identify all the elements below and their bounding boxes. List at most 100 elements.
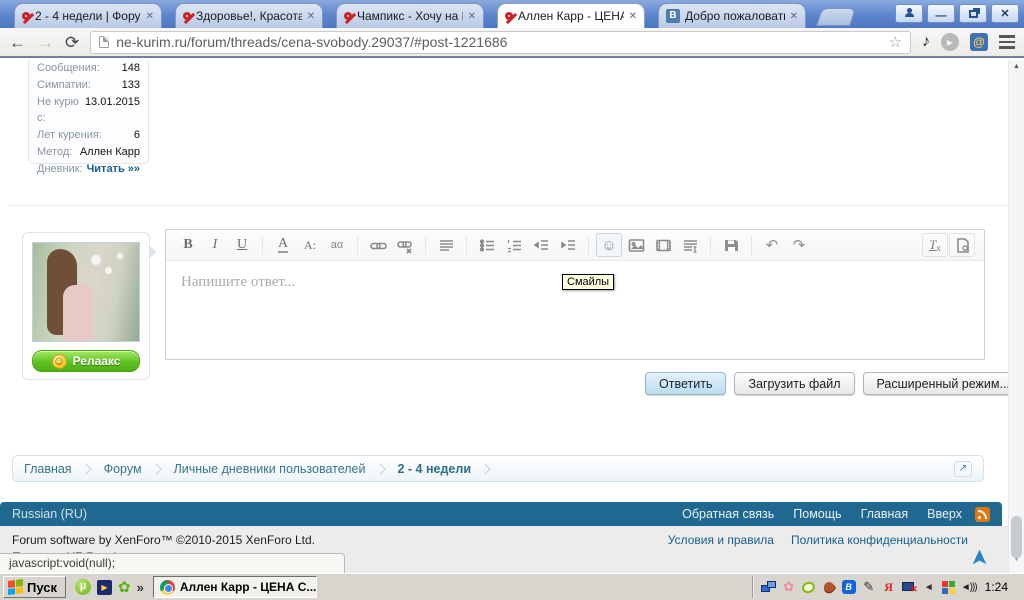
underline-button[interactable]: U bbox=[229, 233, 255, 257]
scrollbar-thumb[interactable] bbox=[1011, 516, 1022, 558]
terms-link[interactable]: Условия и правила bbox=[668, 533, 774, 547]
footer-links: Обратная связь Помощь Главная Вверх bbox=[682, 507, 962, 521]
start-button[interactable]: Пуск bbox=[3, 576, 66, 598]
tab-forum-weeks[interactable]: 2 - 4 недели | Форум Б ✕ bbox=[14, 3, 162, 28]
language-chooser[interactable]: Russian (RU) bbox=[12, 507, 87, 521]
upload-file-button[interactable]: Загрузить файл bbox=[734, 372, 855, 395]
tab-health[interactable]: Здоровье!, Красота!, ✕ bbox=[175, 3, 323, 28]
unordered-list-button[interactable] bbox=[474, 233, 500, 257]
tab-champix[interactable]: Чампикс - Хочу на Ки ✕ bbox=[336, 3, 484, 28]
icq-flower-icon[interactable]: ✿ bbox=[118, 580, 131, 595]
italic-button[interactable]: I bbox=[202, 233, 228, 257]
close-button[interactable]: ✕ bbox=[991, 4, 1019, 23]
rss-icon[interactable] bbox=[975, 506, 990, 522]
privacy-link[interactable]: Политика конфиденциальности bbox=[791, 533, 968, 547]
breadcrumb-forum[interactable]: Форум bbox=[104, 462, 142, 476]
font-family-button[interactable]: aα bbox=[324, 233, 350, 257]
font-size-button[interactable]: A: bbox=[297, 233, 323, 257]
tab-close-icon[interactable]: ✕ bbox=[629, 11, 637, 22]
ordered-list-button[interactable] bbox=[501, 233, 527, 257]
breadcrumb-home[interactable]: Главная bbox=[24, 462, 72, 476]
remove-formatting-button[interactable]: Tx bbox=[922, 233, 948, 257]
url-text[interactable]: ne-kurim.ru/forum/threads/cena-svobody.2… bbox=[116, 34, 881, 50]
tab-vk-welcome[interactable]: В Добро пожаловать | В ✕ bbox=[658, 3, 806, 28]
scroll-up-icon[interactable]: ▲ bbox=[1013, 63, 1020, 70]
restore-button[interactable] bbox=[959, 4, 987, 23]
no-smoking-favicon bbox=[183, 12, 191, 20]
footer-link-home[interactable]: Главная bbox=[861, 507, 909, 521]
footer-link-contact[interactable]: Обратная связь bbox=[682, 507, 774, 521]
read-diary-link[interactable]: Читать »» bbox=[87, 161, 140, 178]
scrollbar[interactable]: ▲ ▼ bbox=[1008, 60, 1024, 573]
chevron-right-icon bbox=[79, 462, 92, 475]
chrome-menu-icon[interactable] bbox=[999, 35, 1015, 49]
bluetooth-tray-icon[interactable]: B bbox=[841, 579, 857, 595]
network-monitors-tray-icon[interactable] bbox=[760, 579, 777, 595]
footer-link-help[interactable]: Помощь bbox=[793, 507, 841, 521]
mail-agent-extension-icon[interactable]: @ bbox=[970, 33, 988, 51]
insert-image-button[interactable] bbox=[623, 233, 649, 257]
reply-buttons-row: Ответить Загрузить файл Расширенный режи… bbox=[645, 372, 1024, 395]
forward-button[interactable]: → bbox=[37, 34, 54, 51]
volume-tray-icon[interactable]: ◄))) bbox=[961, 579, 978, 595]
quick-launch-overflow-icon[interactable]: » bbox=[137, 580, 144, 595]
bold-button[interactable]: B bbox=[175, 233, 201, 257]
media-player-icon[interactable]: ▶ bbox=[97, 579, 112, 595]
insert-link-button[interactable] bbox=[365, 233, 391, 257]
avatar[interactable] bbox=[32, 242, 140, 342]
toolbar-separator bbox=[357, 235, 358, 255]
minimize-button[interactable]: — bbox=[927, 4, 955, 23]
smilies-button[interactable]: ☺ bbox=[596, 233, 622, 257]
save-draft-button[interactable] bbox=[718, 233, 744, 257]
browser-toolbar: ← → ⟳ ne-kurim.ru/forum/threads/cena-svo… bbox=[0, 28, 1024, 58]
active-task-button[interactable]: Аллен Карр - ЦЕНА С... bbox=[152, 576, 317, 598]
music-extension-icon[interactable]: ♪ bbox=[922, 33, 930, 51]
outdent-button[interactable] bbox=[528, 233, 554, 257]
source-mode-button[interactable] bbox=[949, 233, 975, 257]
tab-close-icon[interactable]: ✕ bbox=[146, 11, 154, 22]
audio-muted-tray-icon[interactable]: ◄ bbox=[921, 579, 937, 595]
task-label: Аллен Карр - ЦЕНА С... bbox=[179, 580, 317, 594]
tab-close-icon[interactable]: ✕ bbox=[790, 11, 798, 22]
display-colors-tray-icon[interactable] bbox=[941, 579, 957, 595]
undo-button[interactable]: ↶ bbox=[759, 233, 785, 257]
back-button[interactable]: ← bbox=[9, 34, 26, 51]
alignment-button[interactable] bbox=[433, 233, 459, 257]
scroll-to-top-icon[interactable]: ➤ bbox=[969, 550, 992, 566]
tab-allen-carr-active[interactable]: Аллен Карр - ЦЕНА СВ ✕ bbox=[497, 3, 645, 28]
windows-logo-icon bbox=[8, 578, 23, 596]
address-bar[interactable]: ne-kurim.ru/forum/threads/cena-svobody.2… bbox=[90, 30, 911, 54]
smiley-icon: ☺ bbox=[51, 353, 67, 369]
reload-button[interactable]: ⟳ bbox=[65, 34, 79, 51]
advanced-mode-button[interactable]: Расширенный режим... bbox=[862, 372, 1024, 395]
relax-status-button[interactable]: ☺ Релаакс bbox=[32, 350, 140, 372]
unlink-button[interactable] bbox=[392, 233, 418, 257]
tab-close-icon[interactable]: ✕ bbox=[468, 11, 476, 22]
breadcrumb-diaries[interactable]: Личные дневники пользователей bbox=[174, 462, 366, 476]
indent-button[interactable] bbox=[555, 233, 581, 257]
browser-status-bubble: javascript:void(null); bbox=[0, 553, 345, 573]
play-extension-icon[interactable]: ▶ bbox=[941, 33, 959, 51]
lime-tray-icon[interactable] bbox=[800, 579, 817, 595]
footer-link-top[interactable]: Вверх bbox=[927, 507, 962, 521]
redo-button[interactable]: ↷ bbox=[786, 233, 812, 257]
flower-tray-icon[interactable]: ✿ bbox=[781, 579, 797, 595]
start-label: Пуск bbox=[27, 579, 57, 595]
open-in-new-icon[interactable]: ↗ bbox=[954, 460, 972, 477]
punto-switcher-tray-icon[interactable]: Я bbox=[881, 579, 897, 595]
stat-row: Метод: Аллен Карр bbox=[37, 145, 140, 158]
reply-button[interactable]: Ответить bbox=[645, 372, 727, 395]
download-manager-tray-icon[interactable] bbox=[821, 579, 837, 595]
insert-media-button[interactable] bbox=[650, 233, 676, 257]
tab-close-icon[interactable]: ✕ bbox=[307, 11, 315, 22]
reply-editor[interactable]: B I U A A: aα ☺ ↶ ↷ Tx Напишите ответ... bbox=[165, 229, 985, 360]
utorrent-icon[interactable]: µ bbox=[75, 579, 91, 595]
network-error-tray-icon[interactable]: ✕ bbox=[901, 579, 918, 595]
system-tray: ✿ B ✎ Я ✕ ◄ ◄))) 1:24 bbox=[751, 576, 1021, 598]
new-tab-button[interactable] bbox=[816, 8, 856, 26]
pen-input-tray-icon[interactable]: ✎ bbox=[861, 579, 877, 595]
insert-quote-button[interactable] bbox=[677, 233, 703, 257]
bookmark-star-icon[interactable]: ☆ bbox=[889, 33, 902, 51]
text-color-button[interactable]: A bbox=[270, 233, 296, 257]
profile-button[interactable] bbox=[895, 4, 923, 23]
